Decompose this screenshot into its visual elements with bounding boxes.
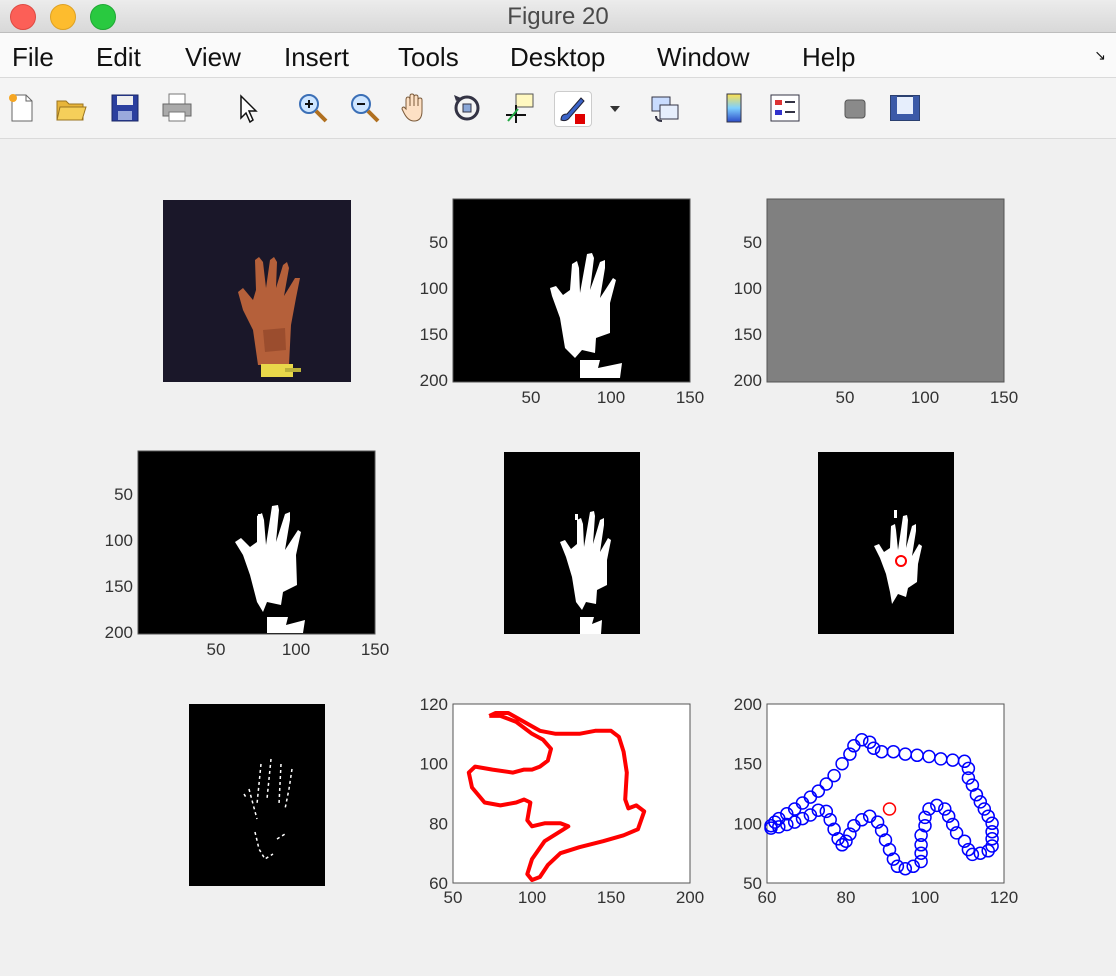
subplot-cropped-mask[interactable] xyxy=(504,452,640,634)
brush-icon[interactable] xyxy=(554,91,592,127)
xtick-80: 80 xyxy=(837,888,856,907)
legend-icon[interactable] xyxy=(768,91,802,125)
colorbar-icon[interactable] xyxy=(718,91,752,125)
cropped-mask-image xyxy=(504,452,640,634)
subplot-gray-image[interactable]: 50 100 150 200 50 100 150 xyxy=(714,198,1034,412)
subplot-mask-centroid[interactable] xyxy=(818,452,954,634)
ytick-200: 200 xyxy=(420,371,448,390)
ytick-100: 100 xyxy=(420,279,448,298)
hide-plot-tools-icon[interactable] xyxy=(838,91,872,125)
menu-file[interactable]: File xyxy=(12,42,54,73)
xtick-120: 120 xyxy=(990,888,1018,907)
menu-view[interactable]: View xyxy=(185,42,241,73)
brush-dropdown-icon[interactable] xyxy=(598,91,620,125)
ytick-80: 80 xyxy=(429,814,448,833)
xtick-100: 100 xyxy=(597,388,625,407)
ytick-120: 120 xyxy=(420,695,448,714)
menu-bar: File Edit View Insert Tools Desktop Wind… xyxy=(0,33,1116,78)
xtick-100: 100 xyxy=(911,388,939,407)
open-file-icon[interactable] xyxy=(54,91,88,125)
menu-window[interactable]: Window xyxy=(657,42,749,73)
menu-tools[interactable]: Tools xyxy=(398,42,459,73)
xtick-150: 150 xyxy=(361,640,389,659)
ytick-200: 200 xyxy=(734,371,762,390)
pan-hand-icon[interactable] xyxy=(398,91,432,125)
subplot-contour-line[interactable]: 50 100 150 200 60 80 100 120 xyxy=(400,688,720,918)
title-bar: Figure 20 xyxy=(0,0,1116,33)
xtick-150: 150 xyxy=(597,888,625,907)
ytick-50: 50 xyxy=(429,233,448,252)
xtick-150: 150 xyxy=(676,388,704,407)
ytick-150: 150 xyxy=(734,755,762,774)
rotate-3d-icon[interactable] xyxy=(450,91,484,125)
ytick-150: 150 xyxy=(105,577,133,596)
subplot-contour-scatter[interactable]: 60 80 100 120 50 100 150 200 xyxy=(714,688,1034,918)
menu-insert[interactable]: Insert xyxy=(284,42,349,73)
xtick-50: 50 xyxy=(522,388,541,407)
ytick-150: 150 xyxy=(734,325,762,344)
contour-plot-area xyxy=(452,703,691,884)
print-icon[interactable] xyxy=(160,91,194,125)
edge-image xyxy=(189,704,325,886)
ytick-60: 60 xyxy=(429,874,448,893)
xtick-150: 150 xyxy=(990,388,1018,407)
save-icon[interactable] xyxy=(108,91,142,125)
ytick-200: 200 xyxy=(734,695,762,714)
subplot-binary-mask[interactable]: 50 100 150 200 50 100 150 xyxy=(400,198,720,412)
ytick-100: 100 xyxy=(105,531,133,550)
data-cursor-icon[interactable] xyxy=(502,91,536,125)
link-plot-icon[interactable] xyxy=(648,91,682,125)
xtick-100: 100 xyxy=(518,888,546,907)
xtick-50: 50 xyxy=(836,388,855,407)
menu-edit[interactable]: Edit xyxy=(96,42,141,73)
centroid-mask-image xyxy=(818,452,954,634)
gray-image xyxy=(766,198,1005,383)
xtick-100: 100 xyxy=(911,888,939,907)
ytick-50: 50 xyxy=(114,485,133,504)
ytick-200: 200 xyxy=(105,623,133,642)
menu-desktop[interactable]: Desktop xyxy=(510,42,605,73)
new-figure-icon[interactable] xyxy=(4,91,38,125)
subplot-filled-mask[interactable]: 50 100 150 200 50 100 150 xyxy=(85,450,405,664)
menu-help[interactable]: Help xyxy=(802,42,855,73)
pointer-icon[interactable] xyxy=(232,91,266,125)
ytick-50: 50 xyxy=(743,233,762,252)
ytick-100: 100 xyxy=(420,755,448,774)
xtick-100: 100 xyxy=(282,640,310,659)
xtick-50: 50 xyxy=(207,640,226,659)
xtick-200: 200 xyxy=(676,888,704,907)
figure-toolbar xyxy=(0,78,1116,139)
show-plot-tools-icon[interactable] xyxy=(888,91,922,125)
ytick-100: 100 xyxy=(734,814,762,833)
ytick-50: 50 xyxy=(743,874,762,893)
ytick-150: 150 xyxy=(420,325,448,344)
zoom-out-icon[interactable] xyxy=(348,91,382,125)
window-title: Figure 20 xyxy=(507,3,609,30)
subplot-original-photo[interactable] xyxy=(163,200,351,382)
dock-arrow-icon[interactable]: ↘ xyxy=(1094,47,1106,64)
subplot-edge-image[interactable] xyxy=(189,704,325,886)
ytick-100: 100 xyxy=(734,279,762,298)
zoom-in-icon[interactable] xyxy=(296,91,330,125)
